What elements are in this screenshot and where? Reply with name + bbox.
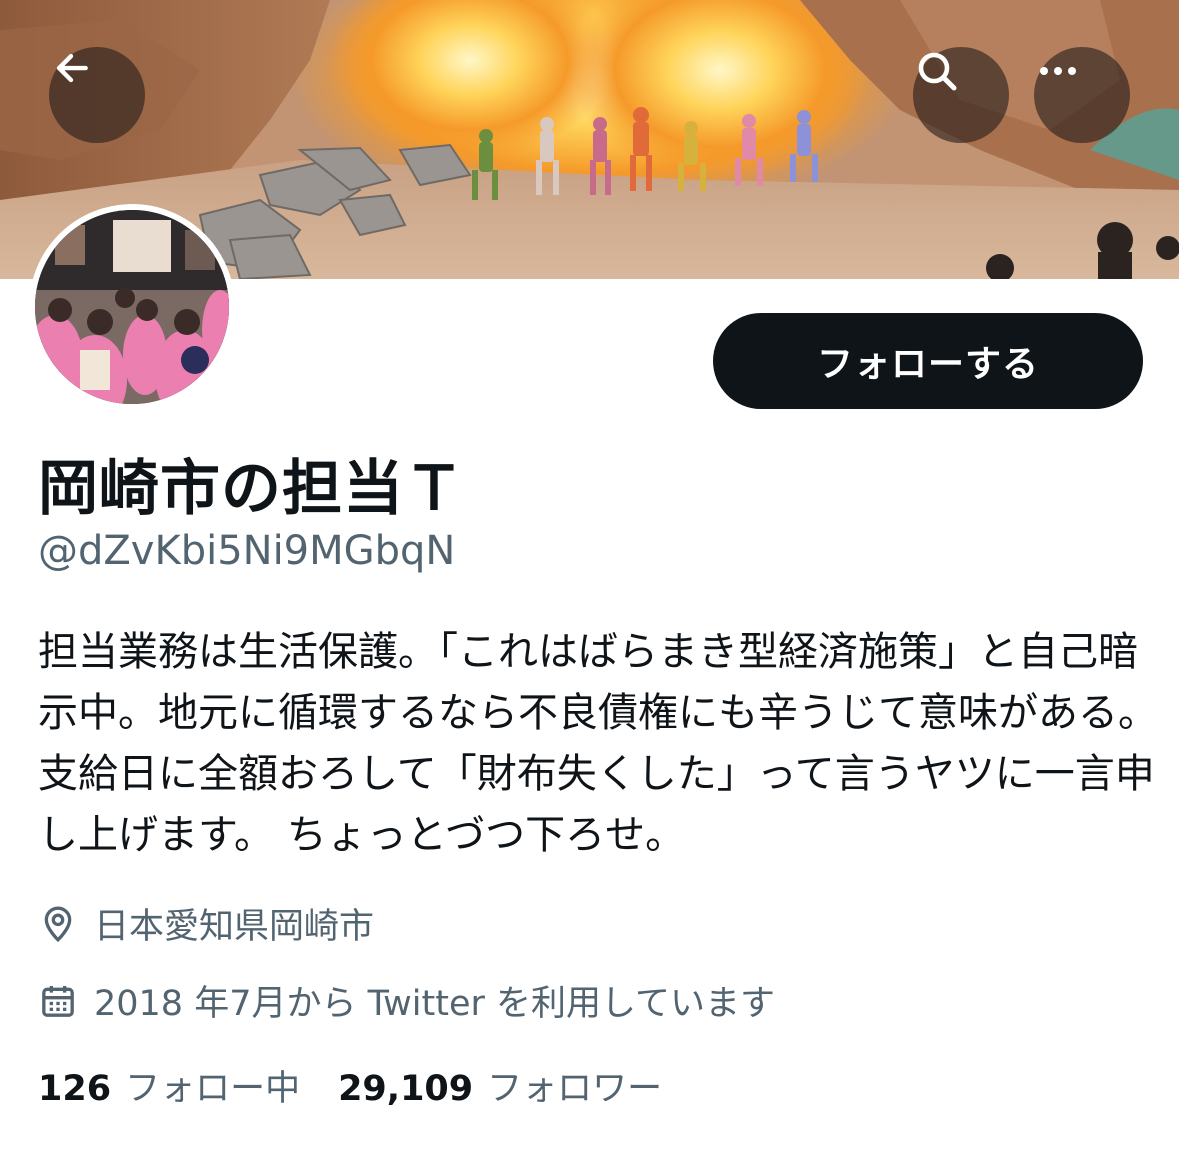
follow-button[interactable]: フォローする <box>713 313 1143 409</box>
search-icon <box>918 52 957 91</box>
more-options-button[interactable] <box>1034 47 1130 143</box>
profile-joined-date: 2018 年7月から Twitter を利用しています <box>38 975 775 1026</box>
user-handle: @dZvKbi5Ni9MGbqN <box>38 528 456 574</box>
following-label: フォロー中 <box>125 1069 301 1109</box>
display-name: 岡崎市の担当Ｔ <box>38 454 465 524</box>
avatar-photo <box>35 210 229 404</box>
arrow-left-icon <box>56 53 88 83</box>
following-count: 126 <box>38 1069 112 1109</box>
follow-stats: 126 フォロー中 29,109 フォロワー <box>38 1060 700 1111</box>
profile-location: 日本愛知県岡崎市 <box>38 898 374 949</box>
profile-avatar[interactable] <box>29 204 235 410</box>
joined-text: 2018 年7月から Twitter を利用しています <box>94 984 775 1024</box>
calendar-icon <box>42 985 74 1017</box>
location-text: 日本愛知県岡崎市 <box>94 907 375 947</box>
back-button[interactable] <box>49 47 145 143</box>
followers-label: フォロワー <box>487 1069 663 1109</box>
location-pin-icon <box>44 906 72 942</box>
more-horizontal-icon <box>1040 67 1076 75</box>
followers-link[interactable]: 29,109 フォロワー <box>338 1060 662 1111</box>
followers-count: 29,109 <box>338 1069 474 1109</box>
profile-bio: 担当業務は生活保護。「これはばらまき型経済施策」と自己暗示中。地元に循環するなら… <box>38 629 1158 858</box>
following-link[interactable]: 126 フォロー中 <box>38 1060 300 1111</box>
search-button[interactable] <box>913 47 1009 143</box>
